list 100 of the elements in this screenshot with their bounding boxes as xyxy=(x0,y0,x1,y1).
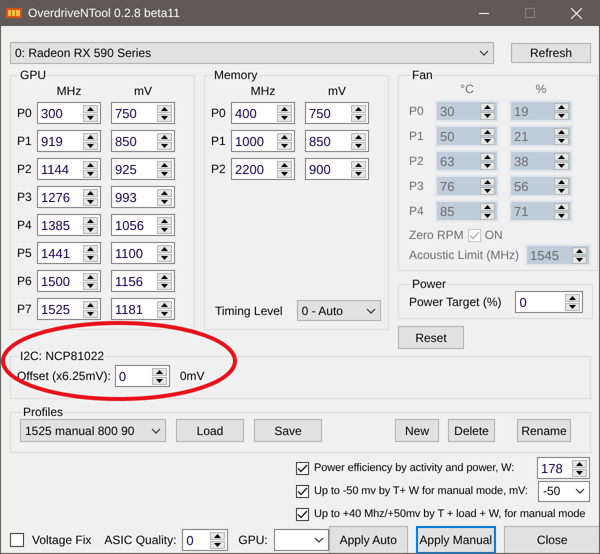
spin-up-button[interactable] xyxy=(277,132,292,140)
number-field[interactable]: 1056 xyxy=(111,214,175,236)
profile-button[interactable]: Delete xyxy=(448,419,495,442)
spin-up-button[interactable] xyxy=(572,460,587,468)
number-field[interactable]: 178 xyxy=(537,457,590,479)
number-field[interactable]: 2200 xyxy=(231,158,295,180)
spin-up-button[interactable] xyxy=(157,300,172,308)
spin-up-button[interactable] xyxy=(277,104,292,112)
number-field[interactable]: 1100 xyxy=(111,242,175,264)
number-field[interactable]: 750 xyxy=(305,102,369,124)
number-field[interactable]: 850 xyxy=(305,130,369,152)
caret-icon xyxy=(479,50,489,56)
spin-up-button[interactable] xyxy=(157,104,172,112)
checkbox[interactable] xyxy=(296,484,309,498)
spin-down-button[interactable] xyxy=(572,468,587,476)
spin-up-button[interactable] xyxy=(565,294,580,302)
number-field[interactable]: 1441 xyxy=(37,242,101,264)
spin-up-button[interactable] xyxy=(83,244,98,252)
profile-dropdown[interactable]: 1525 manual 800 90 xyxy=(20,419,166,442)
spin-up-button[interactable] xyxy=(157,244,172,252)
spin-up-button[interactable] xyxy=(351,132,366,140)
spin-up-button[interactable] xyxy=(83,132,98,140)
spin-down-button[interactable] xyxy=(157,310,172,318)
spin-down-button[interactable] xyxy=(83,142,98,150)
checkbox[interactable] xyxy=(10,533,24,547)
spin-down-button[interactable] xyxy=(157,142,172,150)
spin-down-button[interactable] xyxy=(83,170,98,178)
number-field[interactable]: 1500 xyxy=(37,270,101,292)
number-field[interactable]: 919 xyxy=(37,130,101,152)
spin-down-button[interactable] xyxy=(157,282,172,290)
refresh-button[interactable]: Refresh xyxy=(511,43,591,63)
reset-button[interactable]: Reset xyxy=(398,326,464,349)
number-field[interactable]: 1144 xyxy=(37,158,101,180)
spin-down-button[interactable] xyxy=(83,310,98,318)
gpu-dropdown[interactable] xyxy=(274,529,329,551)
number-field[interactable]: 900 xyxy=(305,158,369,180)
number-field[interactable]: 1181 xyxy=(111,298,175,320)
number-field[interactable]: 850 xyxy=(111,130,175,152)
spin-down-button[interactable] xyxy=(83,114,98,122)
spin-up-button[interactable] xyxy=(83,188,98,196)
spin-down-button[interactable] xyxy=(83,254,98,262)
spin-down-button[interactable] xyxy=(83,282,98,290)
spin-down-button[interactable] xyxy=(277,114,292,122)
spin-up-button[interactable] xyxy=(157,188,172,196)
spin-up-button[interactable] xyxy=(351,160,366,168)
profile-button[interactable]: Load xyxy=(176,419,244,442)
spin-down-button[interactable] xyxy=(157,226,172,234)
spin-down-button[interactable] xyxy=(157,114,172,122)
spin-up-button[interactable] xyxy=(351,104,366,112)
spin-down-button[interactable] xyxy=(152,376,167,384)
number-field[interactable]: 993 xyxy=(111,186,175,208)
spin-down-button[interactable] xyxy=(210,540,226,548)
number-field[interactable]: 1156 xyxy=(111,270,175,292)
spin-up-button[interactable] xyxy=(83,160,98,168)
spin-up-button[interactable] xyxy=(157,160,172,168)
timing-level-dropdown[interactable]: 0 - Auto xyxy=(296,300,381,321)
spin-down-button[interactable] xyxy=(565,302,580,310)
number-field[interactable]: 400 xyxy=(231,102,295,124)
spin-down-button[interactable] xyxy=(277,170,292,178)
spin-down-button[interactable] xyxy=(351,114,366,122)
spin-up-button[interactable] xyxy=(83,272,98,280)
spin-down-button[interactable] xyxy=(351,170,366,178)
app-icon xyxy=(6,6,22,20)
profile-button[interactable]: Rename xyxy=(517,419,571,442)
checkbox[interactable] xyxy=(296,462,309,474)
spin-up-button[interactable] xyxy=(83,300,98,308)
number-field[interactable]: 0 xyxy=(515,291,584,313)
spin-up-button[interactable] xyxy=(157,216,172,224)
spin-up-button[interactable] xyxy=(83,216,98,224)
spin-up-button[interactable] xyxy=(157,272,172,280)
spin-down-button[interactable] xyxy=(351,142,366,150)
spin-down-button[interactable] xyxy=(83,198,98,206)
spin-up-button[interactable] xyxy=(210,532,226,540)
number-field[interactable]: 1385 xyxy=(37,214,101,236)
number-field[interactable]: 0 xyxy=(114,365,170,387)
number-field[interactable]: 750 xyxy=(111,102,175,124)
spin-down-button[interactable] xyxy=(157,198,172,206)
action-button[interactable]: Apply Auto xyxy=(328,526,408,553)
profile-button[interactable]: Save xyxy=(254,419,322,442)
number-field[interactable]: 1525 xyxy=(37,298,101,320)
action-button[interactable]: Apply Manual xyxy=(416,526,496,553)
profile-button[interactable]: New xyxy=(395,419,439,442)
number-field[interactable]: 300 xyxy=(37,102,101,124)
action-button[interactable]: Close xyxy=(504,526,599,553)
number-field[interactable]: 0 xyxy=(182,529,228,551)
millivolt-dropdown[interactable]: -50 xyxy=(538,480,590,502)
spin-up-button[interactable] xyxy=(277,160,292,168)
number-field[interactable]: 925 xyxy=(111,158,175,180)
spin-down-button[interactable] xyxy=(277,142,292,150)
checkbox[interactable] xyxy=(296,508,309,520)
spin-up-button[interactable] xyxy=(152,368,167,376)
spin-down-button[interactable] xyxy=(83,226,98,234)
spin-up-button[interactable] xyxy=(157,132,172,140)
spin-up-button[interactable] xyxy=(83,104,98,112)
number-field[interactable]: 1276 xyxy=(37,186,101,208)
number-field[interactable]: 1000 xyxy=(231,130,295,152)
up-arrow-icon xyxy=(281,134,288,138)
device-dropdown[interactable]: 0: Radeon RX 590 Series xyxy=(10,42,494,64)
spin-down-button[interactable] xyxy=(157,170,172,178)
spin-down-button[interactable] xyxy=(157,254,172,262)
